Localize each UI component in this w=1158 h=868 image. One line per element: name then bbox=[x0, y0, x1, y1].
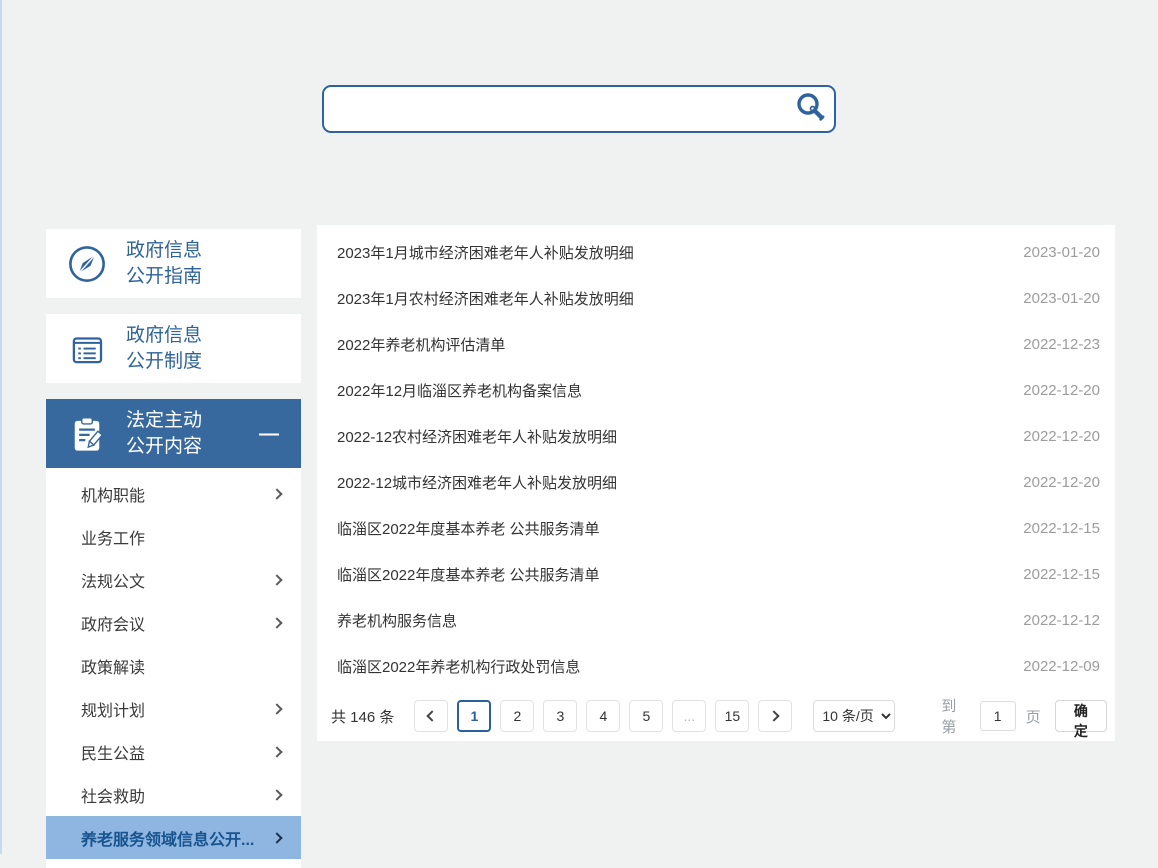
confirm-button[interactable]: 确定 bbox=[1055, 700, 1107, 732]
page-number-buttons: 12345... 15 bbox=[457, 700, 758, 732]
sidebar: 政府信息公开指南政府信息公开制度法定主动公开内容— 机构职能业务工作法规公文政府… bbox=[46, 229, 301, 868]
article-title[interactable]: 临淄区2022年度基本养老 公共服务清单 bbox=[337, 518, 1011, 539]
article-date: 2022-12-15 bbox=[1023, 566, 1100, 583]
chevron-right-icon bbox=[271, 617, 282, 628]
search-bar bbox=[322, 85, 836, 133]
goto-page-group: 到第 页 确定 bbox=[941, 695, 1107, 737]
page-button-3[interactable]: 3 bbox=[543, 700, 577, 732]
chevron-right-icon bbox=[271, 703, 282, 714]
goto-suffix-label: 页 bbox=[1026, 706, 1041, 727]
page-button-2[interactable]: 2 bbox=[500, 700, 534, 732]
sidebar-menu-item-2[interactable]: 法规公文 bbox=[46, 558, 301, 601]
menu-item-label: 养老服务领域信息公开... bbox=[81, 826, 265, 850]
article-date: 2022-12-15 bbox=[1023, 520, 1100, 537]
article-row[interactable]: 2023年1月农村经济困难老年人补贴发放明细 2023-01-20 bbox=[317, 275, 1115, 321]
article-title[interactable]: 2022-12城市经济困难老年人补贴发放明细 bbox=[337, 472, 1011, 493]
collapse-icon[interactable]: — bbox=[259, 424, 279, 444]
article-title[interactable]: 2022年养老机构评估清单 bbox=[337, 334, 1011, 355]
article-list: 2023年1月城市经济困难老年人补贴发放明细2023-01-202023年1月农… bbox=[317, 225, 1115, 689]
search-icon bbox=[794, 91, 828, 128]
chevron-right-icon bbox=[271, 789, 282, 800]
menu-item-label: 民生公益 bbox=[81, 740, 265, 764]
menu-item-label: 法规公文 bbox=[81, 568, 265, 592]
article-row[interactable]: 2022年养老机构评估清单 2022-12-23 bbox=[317, 321, 1115, 367]
compass-icon bbox=[66, 243, 108, 285]
goto-prefix-label: 到第 bbox=[941, 695, 969, 737]
article-title[interactable]: 临淄区2022年养老机构行政处罚信息 bbox=[337, 656, 1011, 677]
goto-page-input[interactable] bbox=[980, 701, 1016, 731]
menu-item-label: 政策解读 bbox=[81, 654, 265, 678]
chevron-right-icon bbox=[271, 746, 282, 757]
article-date: 2022-12-12 bbox=[1023, 612, 1100, 629]
page-button-1[interactable]: 1 bbox=[457, 700, 491, 732]
sidebar-block-label: 政府信息公开制度 bbox=[126, 323, 301, 375]
article-title[interactable]: 2023年1月城市经济困难老年人补贴发放明细 bbox=[337, 242, 1011, 263]
chevron-right-icon bbox=[271, 488, 282, 499]
article-title[interactable]: 临淄区2022年度基本养老 公共服务清单 bbox=[337, 564, 1011, 585]
article-date: 2023-01-20 bbox=[1023, 290, 1100, 307]
article-row[interactable]: 临淄区2022年度基本养老 公共服务清单 2022-12-15 bbox=[317, 551, 1115, 597]
menu-item-label: 规划计划 bbox=[81, 697, 265, 721]
article-row[interactable]: 临淄区2022年度基本养老 公共服务清单 2022-12-15 bbox=[317, 505, 1115, 551]
page-ellipsis: ... bbox=[672, 700, 706, 732]
prev-page-button[interactable] bbox=[414, 700, 448, 732]
sidebar-block-2[interactable]: 法定主动公开内容— bbox=[46, 399, 301, 468]
chevron-left-icon bbox=[427, 710, 438, 721]
article-date: 2022-12-23 bbox=[1023, 336, 1100, 353]
article-date: 2023-01-20 bbox=[1023, 244, 1100, 261]
sidebar-menu-item-4[interactable]: 政策解读 bbox=[46, 644, 301, 687]
clipboard-pencil-icon bbox=[66, 413, 108, 455]
menu-item-label: 社会救助 bbox=[81, 783, 265, 807]
chevron-right-icon bbox=[271, 832, 282, 843]
book-icon bbox=[66, 328, 108, 370]
search-input[interactable] bbox=[324, 87, 788, 131]
article-row[interactable]: 2022年12月临淄区养老机构备案信息 2022-12-20 bbox=[317, 367, 1115, 413]
sidebar-block-label: 法定主动公开内容 bbox=[126, 408, 259, 460]
menu-item-label: 机构职能 bbox=[81, 482, 265, 506]
article-title[interactable]: 养老机构服务信息 bbox=[337, 610, 1011, 631]
chevron-right-icon bbox=[271, 574, 282, 585]
article-date: 2022-12-20 bbox=[1023, 428, 1100, 445]
search-button[interactable] bbox=[788, 87, 834, 131]
menu-item-label: 业务工作 bbox=[81, 525, 265, 549]
sidebar-block-1[interactable]: 政府信息公开制度 bbox=[46, 314, 301, 383]
article-row[interactable]: 2022-12农村经济困难老年人补贴发放明细 2022-12-20 bbox=[317, 413, 1115, 459]
sidebar-block-label: 政府信息公开指南 bbox=[126, 238, 301, 290]
chevron-right-icon bbox=[769, 710, 780, 721]
article-title[interactable]: 2022年12月临淄区养老机构备案信息 bbox=[337, 380, 1011, 401]
pagination-bar: 共 146 条 12345...15 10 条/页 到第 页 确定 bbox=[325, 700, 1107, 732]
content-panel: 2023年1月城市经济困难老年人补贴发放明细2023-01-202023年1月农… bbox=[317, 225, 1115, 741]
article-title[interactable]: 2022-12农村经济困难老年人补贴发放明细 bbox=[337, 426, 1011, 447]
article-title[interactable]: 2023年1月农村经济困难老年人补贴发放明细 bbox=[337, 288, 1011, 309]
page-button-4[interactable]: 4 bbox=[586, 700, 620, 732]
sidebar-menu-item-3[interactable]: 政府会议 bbox=[46, 601, 301, 644]
article-date: 2022-12-20 bbox=[1023, 382, 1100, 399]
total-count-label: 共 146 条 bbox=[331, 706, 394, 727]
page-button-15[interactable]: 15 bbox=[715, 700, 749, 732]
sidebar-menu-item-7[interactable]: 社会救助 bbox=[46, 773, 301, 816]
article-row[interactable]: 临淄区2022年养老机构行政处罚信息 2022-12-09 bbox=[317, 643, 1115, 689]
menu-item-label: 政府会议 bbox=[81, 611, 265, 635]
article-row[interactable]: 养老机构服务信息 2022-12-12 bbox=[317, 597, 1115, 643]
sidebar-menu-item-0[interactable]: 机构职能 bbox=[46, 472, 301, 515]
sidebar-block-0[interactable]: 政府信息公开指南 bbox=[46, 229, 301, 298]
article-date: 2022-12-20 bbox=[1023, 474, 1100, 491]
sidebar-menu-item-1[interactable]: 业务工作 bbox=[46, 515, 301, 558]
sidebar-menu-item-5[interactable]: 规划计划 bbox=[46, 687, 301, 730]
article-row[interactable]: 2023年1月城市经济困难老年人补贴发放明细 2023-01-20 bbox=[317, 229, 1115, 275]
next-page-button[interactable] bbox=[758, 700, 792, 732]
page-size-select[interactable]: 10 条/页 bbox=[813, 700, 895, 732]
sidebar-menu: 机构职能业务工作法规公文政府会议政策解读规划计划民生公益社会救助养老服务领域信息… bbox=[46, 468, 301, 868]
article-date: 2022-12-09 bbox=[1023, 658, 1100, 675]
sidebar-menu-item-6[interactable]: 民生公益 bbox=[46, 730, 301, 773]
page: { "search": { "placeholder": "", "value"… bbox=[0, 0, 1158, 854]
article-row[interactable]: 2022-12城市经济困难老年人补贴发放明细 2022-12-20 bbox=[317, 459, 1115, 505]
page-button-5[interactable]: 5 bbox=[629, 700, 663, 732]
sidebar-menu-item-8[interactable]: 养老服务领域信息公开... bbox=[46, 816, 301, 859]
sidebar-blocks: 政府信息公开指南政府信息公开制度法定主动公开内容— bbox=[46, 229, 301, 468]
